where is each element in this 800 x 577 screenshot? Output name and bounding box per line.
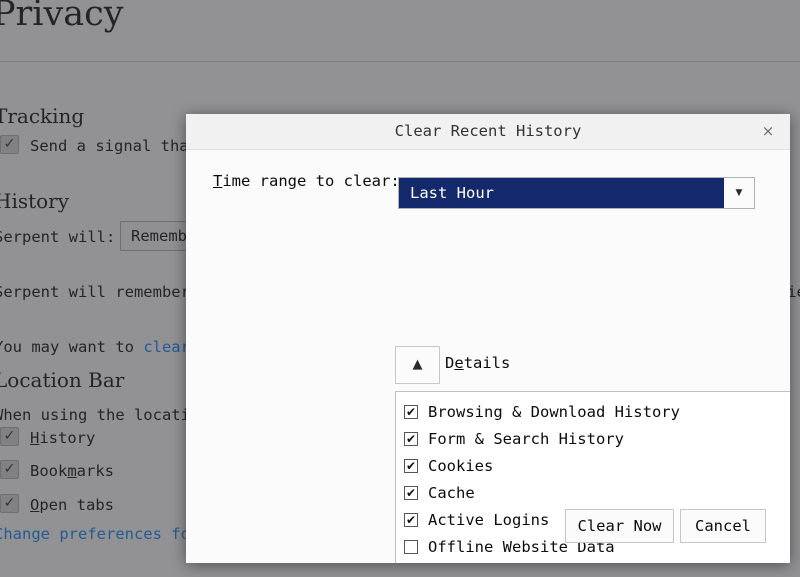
list-item[interactable]: ✔ Form & Search History xyxy=(396,425,790,452)
time-range-selected-value: Last Hour xyxy=(399,178,724,208)
details-toggle-button[interactable]: ▲ xyxy=(395,346,440,384)
checkbox-icon[interactable]: ✔ xyxy=(404,432,418,446)
list-item[interactable]: ✔ Browsing & Download History xyxy=(396,398,790,425)
list-item-label: Form & Search History xyxy=(428,430,624,448)
details-label-a: D xyxy=(445,354,454,372)
chevron-down-icon[interactable]: ▼ xyxy=(724,178,754,208)
time-range-select[interactable]: Last Hour ▼ xyxy=(398,177,755,209)
dialog-footer: Clear Now Cancel xyxy=(186,491,790,563)
time-range-accel: T xyxy=(213,172,222,190)
checkbox-icon[interactable]: ✔ xyxy=(404,459,418,473)
dialog-title: Clear Recent History xyxy=(186,114,790,149)
time-range-label: Time range to clear: xyxy=(213,172,400,190)
details-label-b: tails xyxy=(464,354,511,372)
checkbox-icon[interactable]: ✔ xyxy=(404,405,418,419)
close-icon[interactable]: × xyxy=(757,121,779,143)
clear-now-button[interactable]: Clear Now xyxy=(565,509,674,543)
details-label[interactable]: Details xyxy=(445,354,510,372)
time-range-label-rest: ime range to clear: xyxy=(222,172,399,190)
details-accel: e xyxy=(454,354,463,372)
list-item[interactable]: ✔ Cookies xyxy=(396,452,790,479)
list-item-label: Browsing & Download History xyxy=(428,403,680,421)
clear-recent-history-dialog: Clear Recent History × Time range to cle… xyxy=(186,114,790,563)
list-item-label: Cookies xyxy=(428,457,493,475)
dialog-titlebar: Clear Recent History × xyxy=(186,114,790,150)
cancel-button[interactable]: Cancel xyxy=(680,509,766,543)
